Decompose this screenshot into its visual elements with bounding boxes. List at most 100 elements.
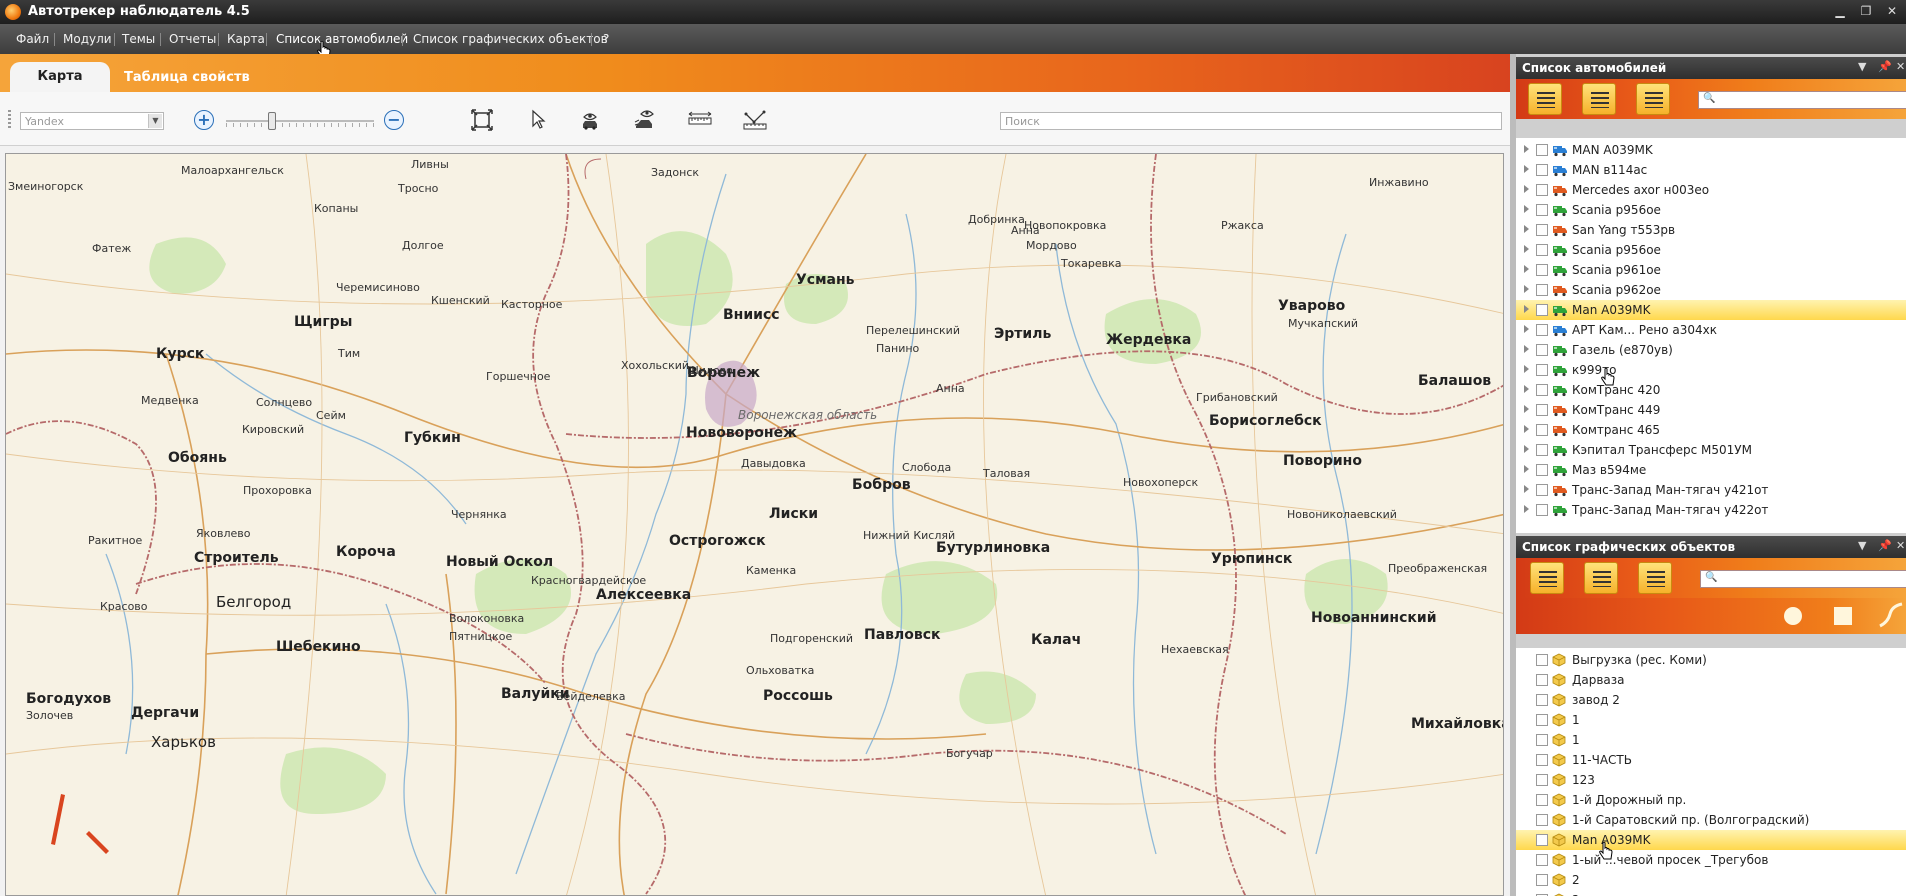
- geo-object-row[interactable]: 1-й Дорожный пр.: [1516, 790, 1906, 810]
- minimize-icon[interactable]: ▁: [1830, 2, 1850, 20]
- expand-arrow-icon[interactable]: [1524, 245, 1529, 253]
- vehicle-row[interactable]: Man A039MK: [1516, 300, 1906, 320]
- expand-arrow-icon[interactable]: [1524, 165, 1529, 173]
- geo-object-checkbox[interactable]: [1536, 694, 1548, 706]
- vehicle-checkbox[interactable]: [1536, 164, 1548, 176]
- expand-arrow-icon[interactable]: [1524, 365, 1529, 373]
- vehicle-row[interactable]: к999то: [1516, 360, 1906, 380]
- vehicle-checkbox[interactable]: [1536, 284, 1548, 296]
- expand-arrow-icon[interactable]: [1524, 265, 1529, 273]
- polyline-shape-icon[interactable]: [1878, 602, 1904, 630]
- car-eye-icon[interactable]: [578, 108, 602, 132]
- vehicle-checkbox[interactable]: [1536, 244, 1548, 256]
- tab-properties-table[interactable]: Таблица свойств: [124, 70, 250, 85]
- close-icon[interactable]: ✕: [1896, 60, 1905, 73]
- check-list-button[interactable]: [1528, 83, 1562, 115]
- vehicle-checkbox[interactable]: [1536, 144, 1548, 156]
- select-pointer-icon[interactable]: [526, 108, 550, 132]
- circle-shape-icon[interactable]: [1784, 607, 1802, 625]
- vehicle-row[interactable]: San Yang т553рв: [1516, 220, 1906, 240]
- vehicle-row[interactable]: Транс-Запад Ман-тягач у421от: [1516, 480, 1906, 500]
- geo-object-row[interactable]: Дарваза: [1516, 670, 1906, 690]
- geo-object-row[interactable]: 1-ый ...чевой просек _Трегубов: [1516, 850, 1906, 870]
- geo-object-checkbox[interactable]: [1536, 834, 1548, 846]
- menu-modules[interactable]: Модули: [63, 32, 112, 46]
- geo-object-row[interactable]: 1: [1516, 710, 1906, 730]
- vehicle-row[interactable]: MAN в114ас: [1516, 160, 1906, 180]
- vehicle-checkbox[interactable]: [1536, 224, 1548, 236]
- vehicles-search-input[interactable]: 🔍: [1698, 91, 1906, 109]
- fit-extent-icon[interactable]: [470, 108, 494, 132]
- expand-arrow-icon[interactable]: [1524, 445, 1529, 453]
- list-view-button[interactable]: [1636, 83, 1670, 115]
- geo-object-checkbox[interactable]: [1536, 714, 1548, 726]
- expand-arrow-icon[interactable]: [1524, 345, 1529, 353]
- vehicle-row[interactable]: Маз в594ме: [1516, 460, 1906, 480]
- menu-themes[interactable]: Темы: [122, 32, 155, 46]
- expand-arrow-icon[interactable]: [1524, 205, 1529, 213]
- expand-arrow-icon[interactable]: [1524, 385, 1529, 393]
- menu-reports[interactable]: Отчеты: [169, 32, 216, 46]
- geo-object-checkbox[interactable]: [1536, 734, 1548, 746]
- geo-object-row[interactable]: Выгрузка (рес. Коми): [1516, 650, 1906, 670]
- map-canvas[interactable]: [6, 154, 1504, 896]
- zoom-slider-thumb[interactable]: [268, 112, 276, 130]
- vehicle-row[interactable]: Mercedes axor н003ео: [1516, 180, 1906, 200]
- vehicle-checkbox[interactable]: [1536, 184, 1548, 196]
- geo-object-row[interactable]: 1-й Саратовский пр. (Волгоградский): [1516, 810, 1906, 830]
- vehicle-row[interactable]: АРТ Кам... Рено а304хк: [1516, 320, 1906, 340]
- vehicle-checkbox[interactable]: [1536, 344, 1548, 356]
- menu-vehicles-list[interactable]: Список автомобилей: [276, 32, 408, 46]
- vehicle-checkbox[interactable]: [1536, 464, 1548, 476]
- vehicle-row[interactable]: MAN A039MK: [1516, 140, 1906, 160]
- zoom-in-button[interactable]: +: [194, 110, 214, 130]
- chevron-down-icon[interactable]: ▼: [1858, 539, 1866, 552]
- vehicle-checkbox[interactable]: [1536, 404, 1548, 416]
- pin-icon[interactable]: 📌: [1878, 539, 1892, 552]
- check-list-button[interactable]: [1530, 562, 1564, 594]
- geo-object-row[interactable]: Man A039MK: [1516, 830, 1906, 850]
- geo-object-checkbox[interactable]: [1536, 814, 1548, 826]
- vehicle-checkbox[interactable]: [1536, 364, 1548, 376]
- geo-object-row[interactable]: 2: [1516, 890, 1906, 896]
- close-icon[interactable]: ✕: [1896, 539, 1905, 552]
- vehicle-checkbox[interactable]: [1536, 444, 1548, 456]
- expand-arrow-icon[interactable]: [1524, 485, 1529, 493]
- chevron-down-icon[interactable]: ▼: [148, 114, 162, 128]
- vehicle-row[interactable]: Кэпитал Трансферс М501УМ: [1516, 440, 1906, 460]
- map-view[interactable]: Малоархангельск Ливны Задонск Инжавино Д…: [5, 153, 1504, 896]
- ruler-icon[interactable]: [688, 108, 712, 132]
- expand-arrow-icon[interactable]: [1524, 405, 1529, 413]
- vehicle-row[interactable]: Транс-Запад Ман-тягач у422от: [1516, 500, 1906, 520]
- geo-object-row[interactable]: завод 2: [1516, 690, 1906, 710]
- menu-map[interactable]: Карта: [227, 32, 265, 46]
- expand-arrow-icon[interactable]: [1524, 145, 1529, 153]
- vehicle-checkbox[interactable]: [1536, 484, 1548, 496]
- expand-arrow-icon[interactable]: [1524, 325, 1529, 333]
- refresh-list-button[interactable]: [1584, 562, 1618, 594]
- geo-object-checkbox[interactable]: [1536, 854, 1548, 866]
- geo-object-checkbox[interactable]: [1536, 794, 1548, 806]
- zoom-out-button[interactable]: −: [384, 110, 404, 130]
- pin-icon[interactable]: 📌: [1878, 60, 1892, 73]
- vehicle-checkbox[interactable]: [1536, 264, 1548, 276]
- restore-icon[interactable]: ❐: [1856, 2, 1876, 20]
- geo-object-row[interactable]: 2: [1516, 870, 1906, 890]
- objects-search-input[interactable]: 🔍: [1700, 570, 1906, 588]
- menu-help[interactable]: ?: [603, 32, 609, 46]
- vehicle-checkbox[interactable]: [1536, 424, 1548, 436]
- tab-map[interactable]: Карта: [10, 62, 110, 92]
- toolbar-grip[interactable]: [8, 110, 11, 128]
- geo-object-checkbox[interactable]: [1536, 674, 1548, 686]
- vehicle-row[interactable]: Газель (е870ув): [1516, 340, 1906, 360]
- vehicle-row[interactable]: Scania р961ое: [1516, 260, 1906, 280]
- vehicle-row[interactable]: Scania р956ое: [1516, 240, 1906, 260]
- map-provider-select[interactable]: Yandex ▼: [20, 112, 164, 130]
- car-track-icon[interactable]: [633, 108, 657, 132]
- chevron-down-icon[interactable]: ▼: [1858, 60, 1866, 73]
- geo-object-checkbox[interactable]: [1536, 754, 1548, 766]
- vehicle-row[interactable]: КомТранс 449: [1516, 400, 1906, 420]
- refresh-list-button[interactable]: [1582, 83, 1616, 115]
- zoom-slider-track[interactable]: [226, 120, 374, 122]
- expand-arrow-icon[interactable]: [1524, 185, 1529, 193]
